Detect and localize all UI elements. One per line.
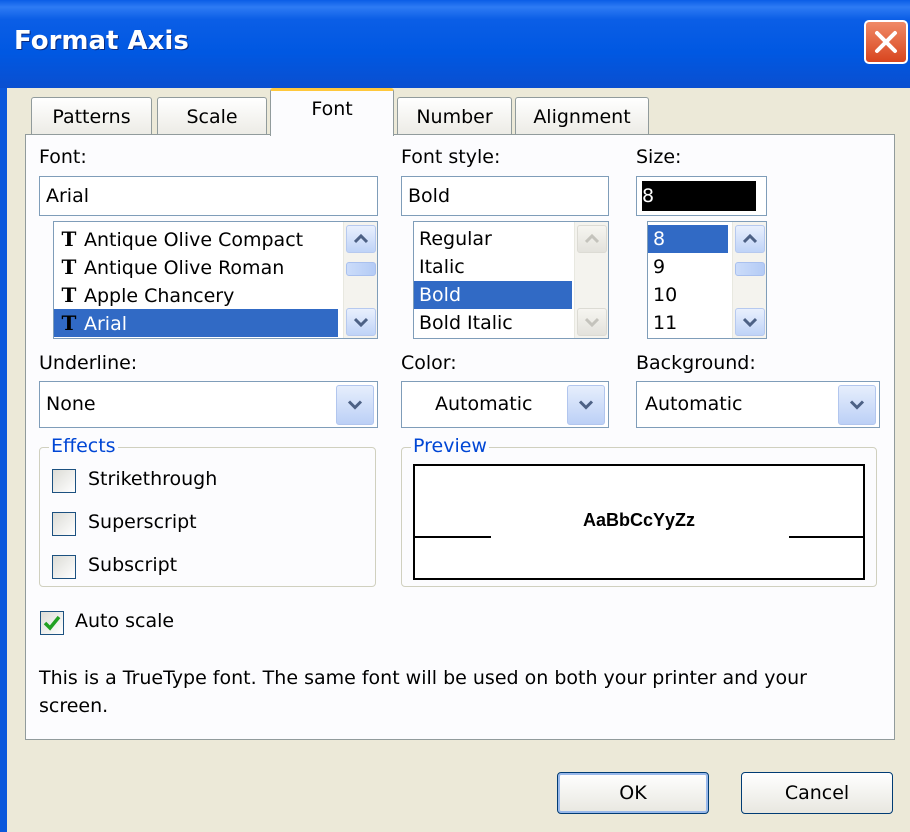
background-dropdown[interactable]: Automatic: [636, 381, 880, 428]
tab-font[interactable]: Font: [270, 88, 394, 136]
strikethrough-checkbox[interactable]: [52, 469, 76, 493]
dropdown-button[interactable]: [567, 385, 605, 425]
close-icon: [875, 31, 897, 53]
size-list[interactable]: 8 9 10 11: [647, 221, 767, 339]
font-style-label: Font style:: [401, 146, 501, 168]
font-list-scrollbar[interactable]: [343, 222, 377, 338]
dropdown-button[interactable]: [336, 385, 374, 425]
chevron-down-icon: [347, 400, 363, 410]
auto-scale-label[interactable]: Auto scale: [75, 610, 174, 632]
strikethrough-label[interactable]: Strikethrough: [88, 468, 217, 490]
background-label: Background:: [636, 352, 756, 374]
list-item[interactable]: Bold Italic: [414, 309, 572, 337]
chevron-up-icon: [354, 234, 368, 244]
font-style-input[interactable]: Bold: [401, 176, 609, 216]
size-list-scrollbar[interactable]: [732, 222, 766, 338]
list-item[interactable]: Regular: [414, 225, 572, 253]
window-title: Format Axis: [14, 26, 189, 56]
superscript-checkbox[interactable]: [52, 512, 76, 536]
scroll-down-button[interactable]: [735, 308, 765, 336]
size-input-value: 8: [642, 181, 756, 211]
list-item[interactable]: T Antique Olive Roman: [54, 253, 342, 281]
subscript-label[interactable]: Subscript: [88, 554, 177, 576]
color-dropdown[interactable]: Automatic: [401, 381, 609, 428]
scroll-up-button[interactable]: [577, 225, 607, 253]
scroll-up-button[interactable]: [735, 225, 765, 253]
scroll-thumb[interactable]: [346, 262, 376, 276]
preview-axis-line-left: [415, 536, 491, 538]
preview-box: AaBbCcYyZz: [413, 464, 865, 580]
truetype-icon: T: [61, 311, 77, 335]
size-input[interactable]: 8: [636, 176, 767, 216]
list-item[interactable]: Italic: [414, 253, 572, 281]
underline-label: Underline:: [39, 352, 138, 374]
scroll-thumb[interactable]: [735, 262, 765, 276]
list-item[interactable]: T Antique Olive Compact: [54, 225, 342, 253]
truetype-icon: T: [61, 283, 77, 307]
auto-scale-checkbox[interactable]: [40, 611, 64, 635]
tab-number[interactable]: Number: [397, 97, 512, 135]
font-label: Font:: [39, 146, 87, 168]
ok-button[interactable]: OK: [557, 772, 709, 814]
tab-alignment[interactable]: Alignment: [515, 97, 649, 135]
effects-group-label: Effects: [49, 435, 118, 457]
list-item[interactable]: 9: [648, 253, 728, 281]
superscript-label[interactable]: Superscript: [88, 511, 197, 533]
list-item-selected[interactable]: 8: [648, 225, 728, 253]
window-border: [0, 88, 7, 832]
preview-sample-text: AaBbCcYyZz: [582, 510, 696, 530]
chevron-down-icon: [578, 400, 594, 410]
preview-group-label: Preview: [411, 435, 489, 457]
chevron-down-icon: [743, 317, 757, 327]
truetype-icon: T: [61, 227, 77, 251]
chevron-up-icon: [585, 234, 599, 244]
info-text: This is a TrueType font. The same font w…: [39, 667, 807, 717]
size-label: Size:: [636, 146, 682, 168]
font-style-scrollbar[interactable]: [574, 222, 608, 338]
list-item[interactable]: 10: [648, 281, 728, 309]
dropdown-button[interactable]: [838, 385, 876, 425]
font-list[interactable]: T Antique Olive Compact T Antique Olive Ro…: [53, 221, 378, 339]
tab-scale[interactable]: Scale: [157, 97, 267, 135]
scroll-up-button[interactable]: [346, 225, 376, 253]
truetype-icon: T: [61, 255, 77, 279]
checkmark-icon: [43, 615, 61, 631]
chevron-down-icon: [585, 317, 599, 327]
cancel-button[interactable]: Cancel: [741, 772, 893, 814]
list-item[interactable]: 11: [648, 309, 728, 337]
underline-dropdown[interactable]: None: [39, 381, 378, 428]
close-button[interactable]: [864, 20, 908, 64]
chevron-down-icon: [849, 400, 865, 410]
list-item-selected[interactable]: T Arial: [54, 309, 338, 337]
color-label: Color:: [401, 352, 457, 374]
list-item-selected[interactable]: Bold: [414, 281, 572, 309]
preview-axis-line-right: [789, 536, 865, 538]
chevron-up-icon: [743, 234, 757, 244]
tab-patterns[interactable]: Patterns: [31, 97, 152, 135]
font-input[interactable]: Arial: [39, 176, 378, 216]
font-style-list[interactable]: Regular Italic Bold Bold Italic: [413, 221, 609, 339]
scroll-down-button[interactable]: [577, 308, 607, 336]
list-item[interactable]: T Apple Chancery: [54, 281, 342, 309]
chevron-down-icon: [354, 317, 368, 327]
scroll-down-button[interactable]: [346, 308, 376, 336]
subscript-checkbox[interactable]: [52, 555, 76, 579]
